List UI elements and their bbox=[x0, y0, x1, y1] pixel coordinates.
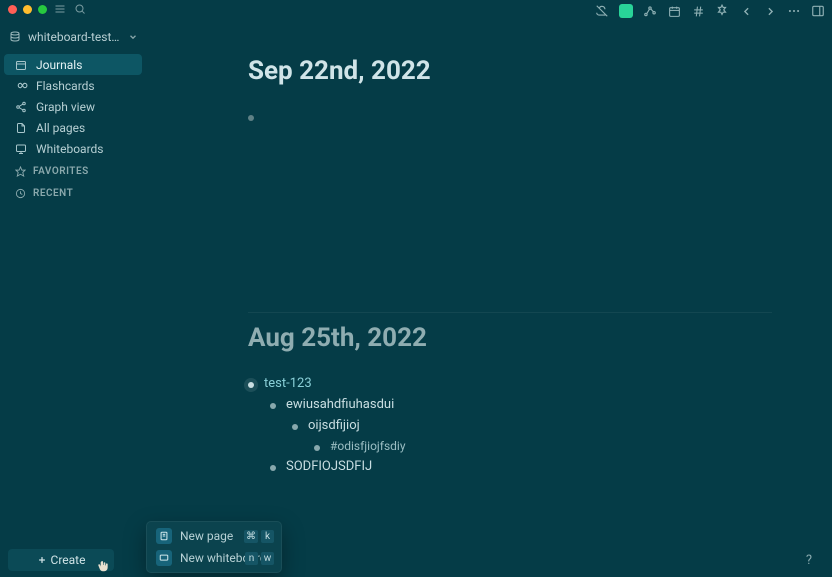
database-icon bbox=[8, 30, 22, 44]
block[interactable]: #odisfjiojfsdiy bbox=[248, 436, 772, 456]
sidebar-nav: Journals Flashcards Graph view All pages… bbox=[0, 54, 146, 159]
sidebar-section-label: FAVORITES bbox=[33, 166, 89, 177]
block-text[interactable]: test-123 bbox=[264, 376, 312, 391]
hash-icon[interactable] bbox=[690, 3, 706, 19]
sidebar-item-all-pages[interactable]: All pages bbox=[4, 117, 142, 138]
bullet-icon bbox=[248, 382, 254, 388]
sidebar-item-label: Flashcards bbox=[36, 79, 95, 93]
block-text: ewiusahdfiuhasdui bbox=[286, 397, 394, 412]
traffic-lights bbox=[8, 5, 47, 14]
right-toolbar bbox=[594, 3, 826, 19]
sidebar-section-label: RECENT bbox=[33, 188, 73, 199]
forward-icon[interactable] bbox=[762, 3, 778, 19]
block-text[interactable]: #odisfjiojfsdiy bbox=[330, 439, 406, 453]
create-menu-item-new-whiteboard[interactable]: New whiteboard n w bbox=[150, 547, 278, 569]
page-icon bbox=[156, 528, 172, 544]
files-icon bbox=[14, 121, 28, 135]
sidebar-item-journals[interactable]: Journals bbox=[4, 54, 142, 75]
block[interactable]: ewiusahdfiuhasdui bbox=[248, 394, 772, 415]
sidebar-item-label: Journals bbox=[36, 58, 82, 72]
sidebar-item-label: Graph view bbox=[36, 100, 95, 114]
block-empty[interactable] bbox=[248, 106, 772, 124]
sidebar-item-graph[interactable]: Graph view bbox=[4, 96, 142, 117]
sidebar-section-favorites[interactable]: FAVORITES bbox=[4, 161, 142, 181]
plugin-icon[interactable] bbox=[714, 3, 730, 19]
sidebar-item-label: Whiteboards bbox=[36, 142, 104, 156]
star-icon bbox=[14, 165, 27, 178]
more-icon[interactable] bbox=[786, 3, 802, 19]
clock-icon bbox=[14, 187, 27, 200]
journal-title[interactable]: Sep 22nd, 2022 bbox=[248, 56, 772, 86]
right-panel-icon[interactable] bbox=[810, 3, 826, 19]
journal-title[interactable]: Aug 25th, 2022 bbox=[248, 323, 772, 353]
block[interactable]: SODFIOJSDFIJ bbox=[248, 456, 772, 477]
cursor-hand-icon bbox=[96, 559, 110, 573]
workspace-switcher[interactable]: whiteboard-test-g… bbox=[8, 26, 138, 48]
sync-status-icon[interactable] bbox=[618, 3, 634, 19]
block[interactable]: test-123 bbox=[248, 373, 772, 394]
journal-entry: Aug 25th, 2022 test-123 ewiusahdfiuhasdu… bbox=[146, 313, 832, 505]
block[interactable]: oijsdfijioj bbox=[248, 415, 772, 436]
share-icon bbox=[14, 100, 28, 114]
block-text: oijsdfijioj bbox=[308, 418, 360, 433]
plus-icon bbox=[37, 555, 47, 565]
create-menu-item-new-page[interactable]: New page ⌘ k bbox=[150, 525, 278, 547]
help-label: ? bbox=[806, 553, 812, 568]
journal-entry: Sep 22nd, 2022 bbox=[146, 46, 832, 152]
calendar-icon bbox=[14, 58, 28, 72]
zoom-window-button[interactable] bbox=[38, 5, 47, 14]
keyboard-shortcut: ⌘ k bbox=[244, 530, 274, 543]
bullet-icon bbox=[314, 445, 320, 451]
hamburger-icon[interactable] bbox=[53, 2, 67, 16]
whiteboard-icon bbox=[156, 550, 172, 566]
sidebar-section-recent[interactable]: RECENT bbox=[4, 183, 142, 203]
cloud-off-icon[interactable] bbox=[594, 3, 610, 19]
create-button-label: Create bbox=[51, 553, 86, 567]
chevron-down-icon bbox=[128, 32, 138, 42]
sidebar-item-label: All pages bbox=[36, 121, 85, 135]
create-menu-item-label: New page bbox=[180, 529, 233, 543]
bullet-icon bbox=[248, 115, 254, 121]
workspace-name: whiteboard-test-g… bbox=[28, 30, 122, 44]
sidebar-item-whiteboards[interactable]: Whiteboards bbox=[4, 138, 142, 159]
bullet-icon bbox=[270, 403, 276, 409]
main-content: Sep 22nd, 2022 Aug 25th, 2022 test-123 e… bbox=[146, 18, 832, 577]
minimize-window-button[interactable] bbox=[23, 5, 32, 14]
sidebar-item-flashcards[interactable]: Flashcards bbox=[4, 75, 142, 96]
calendar-icon[interactable] bbox=[666, 3, 682, 19]
keyboard-shortcut: n w bbox=[245, 552, 274, 565]
help-button[interactable]: ? bbox=[800, 551, 818, 569]
bullet-icon bbox=[270, 465, 276, 471]
close-window-button[interactable] bbox=[8, 5, 17, 14]
graph-icon[interactable] bbox=[642, 3, 658, 19]
left-sidebar: whiteboard-test-g… Journals Flashcards G… bbox=[0, 18, 146, 577]
create-menu: New page ⌘ k New whiteboard n w bbox=[146, 521, 282, 573]
whiteboard-icon bbox=[14, 142, 28, 156]
back-icon[interactable] bbox=[738, 3, 754, 19]
search-icon[interactable] bbox=[73, 2, 87, 16]
infinity-icon bbox=[14, 79, 28, 93]
bullet-icon bbox=[292, 424, 298, 430]
block-text: SODFIOJSDFIJ bbox=[286, 459, 372, 474]
